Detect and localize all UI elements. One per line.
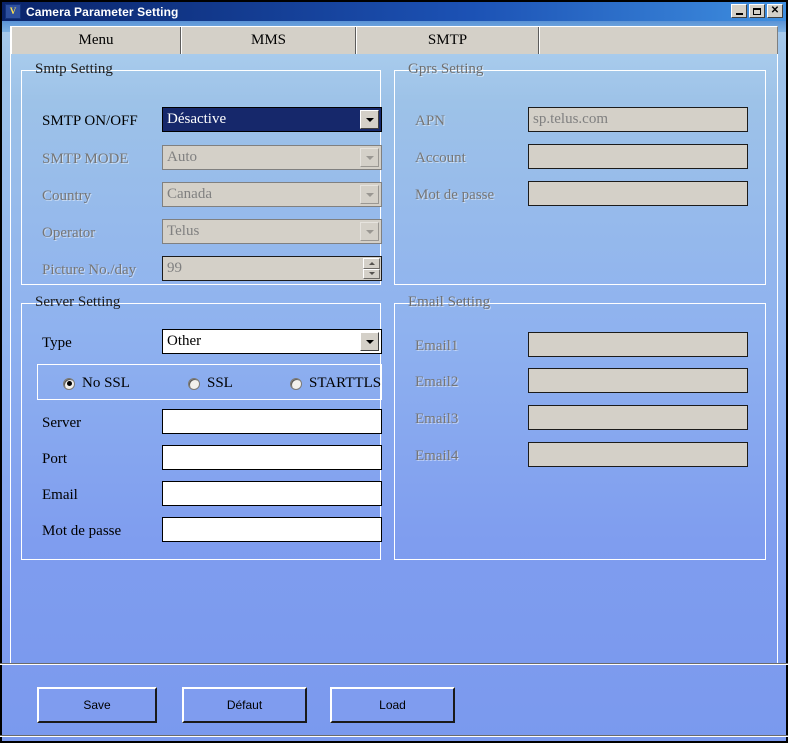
- email-field[interactable]: [162, 481, 382, 506]
- gprs-setting-legend: Gprs Setting: [404, 61, 488, 78]
- chevron-down-icon: [363, 268, 380, 279]
- minimize-button[interactable]: [731, 4, 747, 18]
- type-value: Other: [167, 333, 202, 349]
- smtp-tab-page: Smtp Setting SMTP ON/OFF Désactive SMTP …: [10, 54, 778, 664]
- tab-mms-label: MMS: [250, 32, 287, 48]
- camera-parameter-setting-window: V Camera Parameter Setting ✕ Menu MMS SM…: [0, 0, 788, 743]
- smtp-onoff-label: SMTP ON/OFF: [42, 113, 138, 129]
- operator-value: Telus: [167, 223, 200, 239]
- footer-divider-bottom: [0, 735, 788, 737]
- tab-empty-area: [539, 27, 777, 54]
- apn-label: APN: [415, 113, 446, 129]
- server-setting-legend: Server Setting: [31, 294, 125, 311]
- radio-ssl-icon[interactable]: [188, 377, 200, 390]
- type-label: Type: [42, 335, 72, 351]
- server-password-label: Mot de passe: [42, 523, 122, 539]
- chevron-down-icon: [360, 185, 379, 204]
- radio-no-ssl[interactable]: No SSL: [63, 375, 130, 392]
- tab-smtp-label: SMTP: [427, 32, 468, 48]
- port-field[interactable]: [162, 445, 382, 470]
- operator-combobox: Telus: [162, 219, 382, 244]
- title-bar: V Camera Parameter Setting ✕: [2, 2, 786, 21]
- minimize-icon: [735, 13, 743, 15]
- chevron-down-icon: [360, 148, 379, 167]
- default-button-label: Défaut: [226, 698, 263, 712]
- radio-ssl[interactable]: SSL: [188, 375, 233, 392]
- window-title: Camera Parameter Setting: [26, 4, 179, 19]
- smtp-onoff-combobox[interactable]: Désactive: [162, 107, 382, 132]
- email-setting-group: Email Setting Email1 Email2 Email3 Email…: [394, 294, 766, 560]
- save-button-label: Save: [83, 698, 111, 712]
- email3-label: Email3: [415, 411, 459, 427]
- load-button[interactable]: Load: [330, 687, 455, 723]
- radio-starttls[interactable]: STARTTLS: [290, 375, 381, 392]
- server-field[interactable]: [162, 409, 382, 434]
- email3-field: [528, 405, 748, 430]
- stepper-buttons: [363, 258, 380, 279]
- account-field: [528, 144, 748, 169]
- chevron-down-icon[interactable]: [360, 110, 379, 129]
- footer-divider-top: [0, 663, 788, 665]
- type-combobox[interactable]: Other: [162, 329, 382, 354]
- close-icon: ✕: [770, 5, 780, 16]
- smtp-mode-label: SMTP MODE: [42, 151, 129, 167]
- email-setting-legend: Email Setting: [404, 294, 495, 311]
- picture-no-per-day-value: 99: [167, 260, 182, 276]
- server-password-field[interactable]: [162, 517, 382, 542]
- apn-value: sp.telus.com: [533, 111, 608, 127]
- load-button-label: Load: [379, 698, 406, 712]
- window-controls: ✕: [731, 4, 783, 18]
- email4-label: Email4: [415, 448, 459, 464]
- radio-starttls-label: STARTTLS: [309, 375, 382, 391]
- radio-no-ssl-label: No SSL: [82, 375, 130, 391]
- server-setting-group: Server Setting Type Other No SSL SSL STA…: [21, 294, 382, 560]
- operator-label: Operator: [42, 225, 96, 241]
- email-label: Email: [42, 487, 78, 503]
- smtp-setting-group: Smtp Setting SMTP ON/OFF Désactive SMTP …: [21, 61, 382, 285]
- gprs-setting-group: Gprs Setting APN sp.telus.com Account Mo…: [394, 61, 766, 285]
- gprs-password-field: [528, 181, 748, 206]
- email4-field: [528, 442, 748, 467]
- picture-no-per-day-stepper: 99: [162, 256, 382, 281]
- ssl-mode-group: No SSL SSL STARTTLS: [37, 364, 382, 400]
- gprs-password-label: Mot de passe: [415, 187, 495, 203]
- smtp-setting-legend: Smtp Setting: [31, 61, 117, 78]
- port-label: Port: [42, 451, 68, 467]
- tab-mms[interactable]: MMS: [181, 27, 356, 54]
- apn-field: sp.telus.com: [528, 107, 748, 132]
- tab-menu-label: Menu: [78, 32, 114, 48]
- close-button[interactable]: ✕: [767, 4, 783, 18]
- smtp-mode-value: Auto: [167, 149, 197, 165]
- radio-starttls-icon[interactable]: [290, 377, 302, 390]
- email1-field: [528, 332, 748, 357]
- radio-no-ssl-icon[interactable]: [63, 377, 75, 390]
- country-value: Canada: [167, 186, 212, 202]
- tab-smtp[interactable]: SMTP: [356, 27, 539, 54]
- server-label: Server: [42, 415, 82, 431]
- email1-label: Email1: [415, 338, 459, 354]
- default-button[interactable]: Défaut: [182, 687, 307, 723]
- account-label: Account: [415, 150, 466, 166]
- country-combobox: Canada: [162, 182, 382, 207]
- save-button[interactable]: Save: [37, 687, 157, 723]
- email2-label: Email2: [415, 374, 459, 390]
- email2-field: [528, 368, 748, 393]
- smtp-onoff-value: Désactive: [167, 111, 227, 127]
- chevron-down-icon: [360, 222, 379, 241]
- picture-no-per-day-label: Picture No./day: [42, 262, 137, 278]
- radio-ssl-label: SSL: [207, 375, 233, 391]
- country-label: Country: [42, 188, 92, 204]
- camera-app-icon: V: [5, 4, 21, 19]
- chevron-down-icon[interactable]: [360, 332, 379, 351]
- maximize-button[interactable]: [749, 4, 765, 18]
- tab-menu[interactable]: Menu: [11, 27, 181, 54]
- smtp-mode-combobox: Auto: [162, 145, 382, 170]
- chevron-up-icon: [363, 258, 380, 269]
- maximize-icon: [753, 7, 761, 15]
- tab-bar: Menu MMS SMTP: [10, 26, 778, 54]
